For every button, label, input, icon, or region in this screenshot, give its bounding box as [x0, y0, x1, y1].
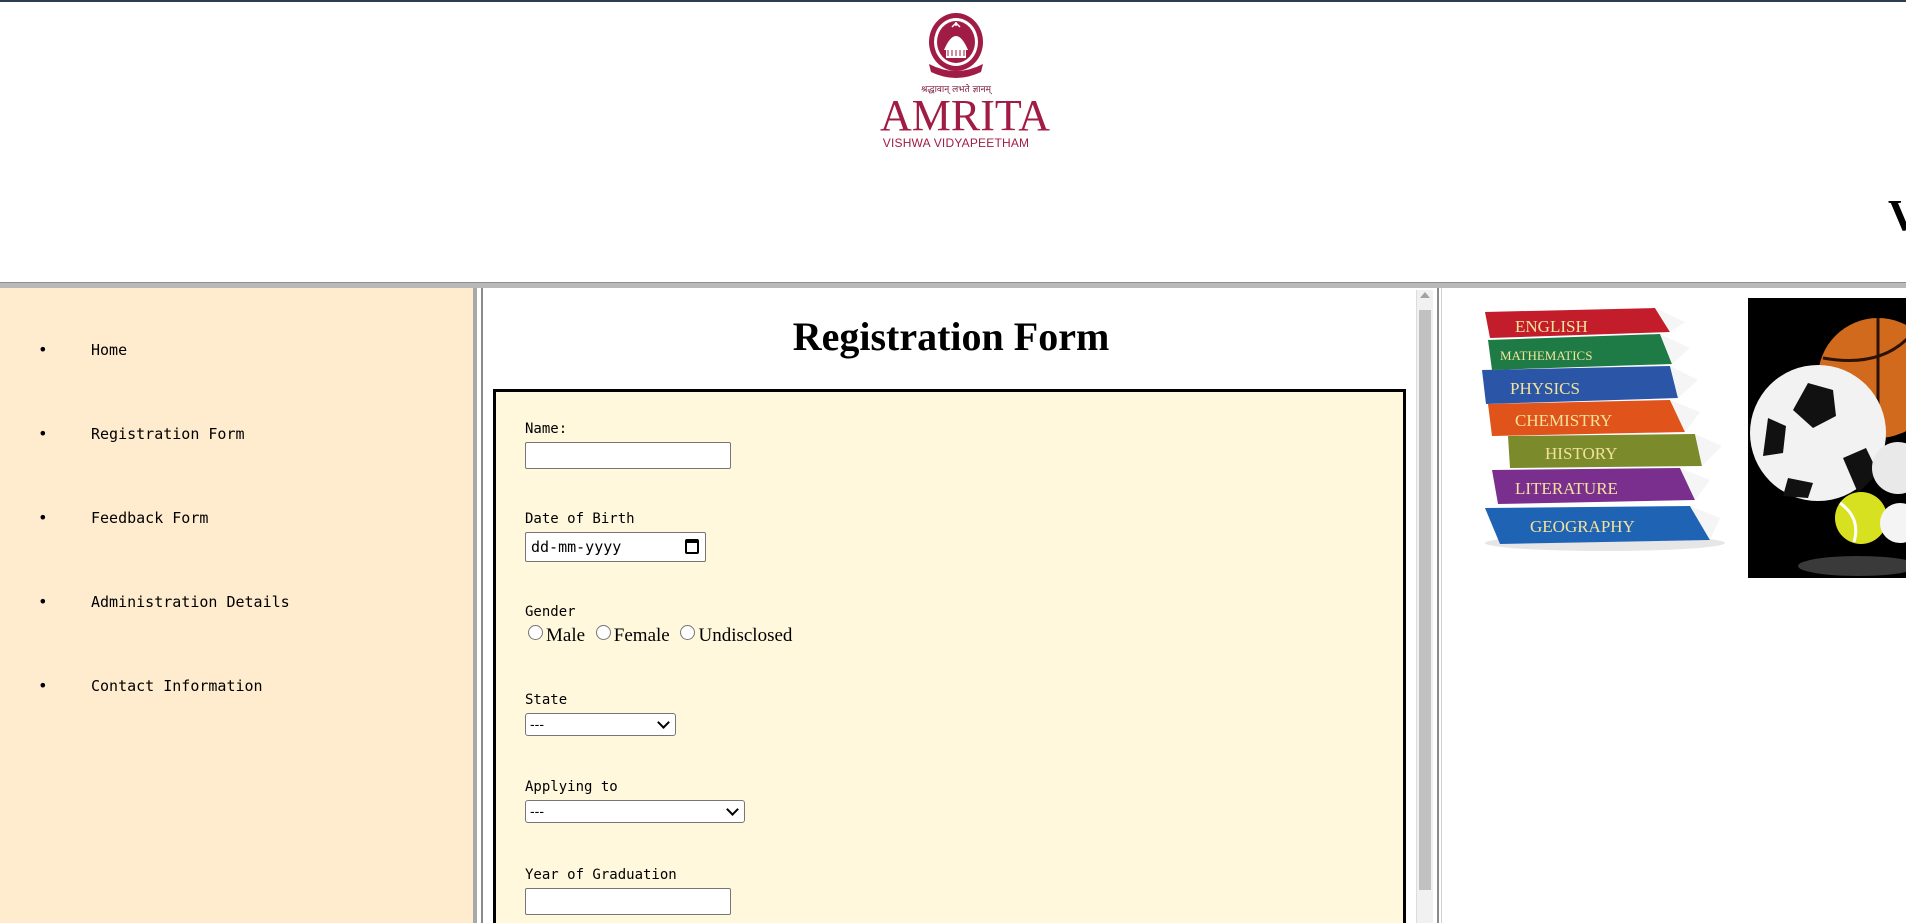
list-bullet: • [38, 592, 48, 611]
radio-button[interactable] [595, 625, 611, 640]
main-scrollbar[interactable] [1416, 290, 1433, 923]
nav-link-home[interactable]: Home [91, 340, 127, 360]
list-bullet: • [38, 340, 48, 359]
main-frame: Registration Form Name: Date of Birth dd… [481, 288, 1439, 923]
registration-form: Name: Date of Birth dd-mm-yyyy Gender Ma… [493, 389, 1406, 923]
clipped-heading: V [1888, 191, 1906, 240]
book-spine-label: LITERATURE [1515, 479, 1618, 498]
radio-button[interactable] [680, 625, 696, 640]
calendar-icon[interactable] [685, 539, 699, 554]
radio-label: Undisclosed [698, 625, 793, 646]
dob-placeholder: dd-mm-yyyy [531, 538, 622, 556]
sports-balls-image [1748, 298, 1906, 578]
stacked-books-image: GEOGRAPHY LITERATURE HISTORY CHEMISTRY P… [1482, 308, 1725, 551]
right-panel: GEOGRAPHY LITERATURE HISTORY CHEMISTRY P… [1441, 288, 1906, 923]
list-bullet: • [38, 508, 48, 527]
gender-radio-group: Male Female Undisclosed [528, 625, 798, 647]
chevron-down-icon [657, 716, 670, 729]
dob-label: Date of Birth [525, 511, 635, 527]
book-spine-label: MATHEMATICS [1500, 348, 1592, 363]
sidebar-nav: • Home • Registration Form • Feedback Fo… [0, 288, 477, 923]
nav-link-contact[interactable]: Contact Information [91, 676, 263, 696]
scroll-up-arrow-icon[interactable] [1420, 292, 1430, 298]
dob-field[interactable]: dd-mm-yyyy [525, 532, 706, 562]
applying-select[interactable]: --- [525, 800, 745, 823]
graduation-year-field[interactable] [525, 888, 731, 915]
logo-subtitle: VISHWA VIDYAPEETHAM [882, 136, 1030, 150]
state-selected-value: --- [530, 716, 544, 732]
chevron-down-icon [726, 803, 739, 816]
graduation-label: Year of Graduation [525, 867, 677, 883]
logo-wordmark: AMRITA [880, 91, 1051, 140]
applying-label: Applying to [525, 779, 618, 795]
radio-label: Female [613, 625, 670, 646]
gender-option-undisclosed[interactable]: Undisclosed [680, 625, 792, 647]
book-spine-label: PHYSICS [1510, 379, 1580, 398]
list-bullet: • [38, 676, 48, 695]
nav-link-registration[interactable]: Registration Form [91, 424, 245, 444]
list-bullet: • [38, 424, 48, 443]
radio-label: Male [546, 625, 586, 646]
page-title: Registration Form [792, 314, 1110, 359]
gender-label: Gender [525, 604, 576, 620]
radio-button[interactable] [528, 625, 543, 640]
nav-link-administration[interactable]: Administration Details [91, 592, 290, 612]
page-header: श्रद्धावान् लभते ज्ञानम् AMRITA VISHWA V… [0, 2, 1906, 283]
book-spine-label: CHEMISTRY [1515, 411, 1612, 430]
university-emblem-icon [929, 13, 983, 78]
nav-link-feedback[interactable]: Feedback Form [91, 508, 208, 528]
name-field[interactable] [525, 442, 731, 469]
book-spine-label: ENGLISH [1515, 317, 1588, 336]
name-label: Name: [525, 421, 568, 437]
amrita-logo: श्रद्धावान् लभते ज्ञानम् AMRITA VISHWA V… [880, 12, 1051, 160]
gender-option-female[interactable]: Female [595, 625, 670, 647]
state-select[interactable]: --- [525, 713, 676, 736]
state-label: State [525, 692, 568, 708]
scroll-thumb[interactable] [1419, 310, 1431, 890]
gender-option-male[interactable]: Male [528, 625, 585, 647]
book-spine-label: GEOGRAPHY [1530, 517, 1635, 536]
applying-selected-value: --- [530, 803, 544, 819]
book-spine-label: HISTORY [1545, 444, 1617, 463]
